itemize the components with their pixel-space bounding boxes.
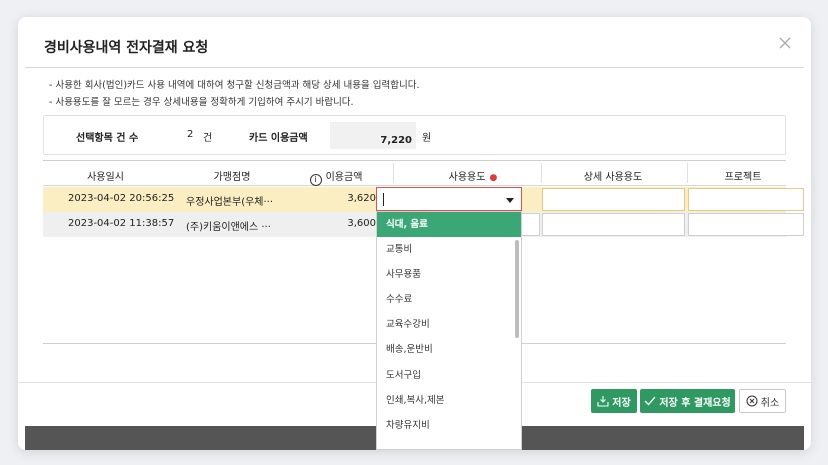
selected-count-label: 선택항목 건 수	[76, 133, 139, 144]
save-and-request-button[interactable]: 저장 후 결재요청	[640, 389, 735, 413]
header-usage-wrap[interactable]: 사용용도 ●	[433, 168, 513, 183]
cancel-button[interactable]: 취소	[739, 389, 786, 413]
header-usage: 사용용도	[448, 172, 486, 183]
header-divider	[393, 163, 394, 183]
dropdown-option[interactable]: 배송,운반비	[377, 337, 521, 362]
dropdown-option[interactable]: 식대, 음료	[377, 212, 521, 238]
download-icon	[597, 396, 609, 407]
dialog-title: 경비사용내역 전자결재 요청	[44, 40, 209, 56]
chevron-down-icon[interactable]	[506, 198, 514, 203]
project-input[interactable]	[688, 188, 804, 211]
check-icon	[644, 396, 656, 406]
row-date: 2023-04-02 11:38:57	[68, 218, 175, 229]
dropdown-option[interactable]: 교통비	[377, 237, 521, 262]
detail-usage-input[interactable]	[542, 213, 685, 236]
header-date[interactable]: 사용일시	[68, 168, 143, 183]
dropdown-option[interactable]: 차량유지비	[377, 413, 521, 438]
save-label: 저장	[612, 397, 631, 409]
card-amount-label: 카드 이용금액	[249, 133, 308, 144]
usage-select-open[interactable]	[376, 187, 522, 211]
note-line: - 사용한 회사(법인)카드 사용 내역에 대하여 청구할 신청금액과 해당 상…	[49, 80, 420, 91]
usage-dropdown-list: 식대, 음료 교통비 사무용품 수수료 교육수강비 배송,운반비 도서구입 인쇄…	[376, 211, 522, 450]
save-button[interactable]: 저장	[591, 389, 637, 413]
cancel-label: 취소	[760, 397, 780, 409]
required-dot: ●	[489, 173, 498, 183]
dropdown-option[interactable]: 수수료	[377, 287, 521, 312]
summary-box: 선택항목 건 수 2 건 카드 이용금액 7,220 원	[43, 115, 786, 155]
dropdown-option[interactable]: 사무용품	[377, 262, 521, 287]
dialog-header: 경비사용내역 전자결재 요청	[25, 17, 804, 68]
row-date: 2023-04-02 20:56:25	[68, 193, 175, 204]
dropdown-option[interactable]: 인쇄,복사,제본	[377, 388, 521, 413]
note-line: - 사용용도를 잘 모르는 경우 상세내용을 정확하게 기입하여 주시기 바랍니…	[49, 97, 354, 108]
dropdown-option[interactable]: 교육수강비	[377, 312, 521, 337]
header-divider	[687, 163, 688, 183]
detail-usage-input[interactable]	[542, 188, 685, 211]
row-merchant: (주)키움이앤에스 ···	[186, 222, 271, 233]
count-unit: 건	[203, 133, 213, 144]
info-icon: i	[309, 174, 322, 186]
close-icon[interactable]	[779, 37, 793, 51]
amount-unit: 원	[422, 133, 432, 144]
grid-header: 사용일시 가맹점명 i 이용금액 사용용도 ● 상세 사용용도 프로젝트	[43, 161, 786, 186]
instruction-notes: - 사용한 회사(법인)카드 사용 내역에 대하여 청구할 신청금액과 해당 상…	[49, 77, 419, 111]
header-amount: 이용금액	[325, 172, 363, 183]
cancel-circle-icon	[746, 395, 758, 407]
row-merchant: 우정사업본부(우체···	[186, 197, 274, 208]
text-caret	[383, 193, 384, 206]
card-amount-box: 7,220	[330, 122, 416, 149]
header-project[interactable]: 프로젝트	[703, 168, 783, 183]
dropdown-option[interactable]: 도서구입	[377, 363, 521, 388]
header-merchant[interactable]: 가맹점명	[186, 168, 278, 183]
header-amount-wrap[interactable]: i 이용금액	[291, 168, 381, 186]
row-amount: 3,620	[347, 193, 376, 204]
row-amount: 3,600	[347, 218, 376, 229]
card-amount-value: 7,220	[380, 135, 412, 146]
save-and-request-label: 저장 후 결재요청	[659, 397, 731, 409]
selected-count-value: 2	[187, 129, 194, 140]
header-detail[interactable]: 상세 사용용도	[563, 168, 663, 183]
dropdown-scrollbar[interactable]	[515, 240, 519, 338]
project-input[interactable]	[688, 213, 804, 236]
header-divider	[541, 163, 542, 183]
